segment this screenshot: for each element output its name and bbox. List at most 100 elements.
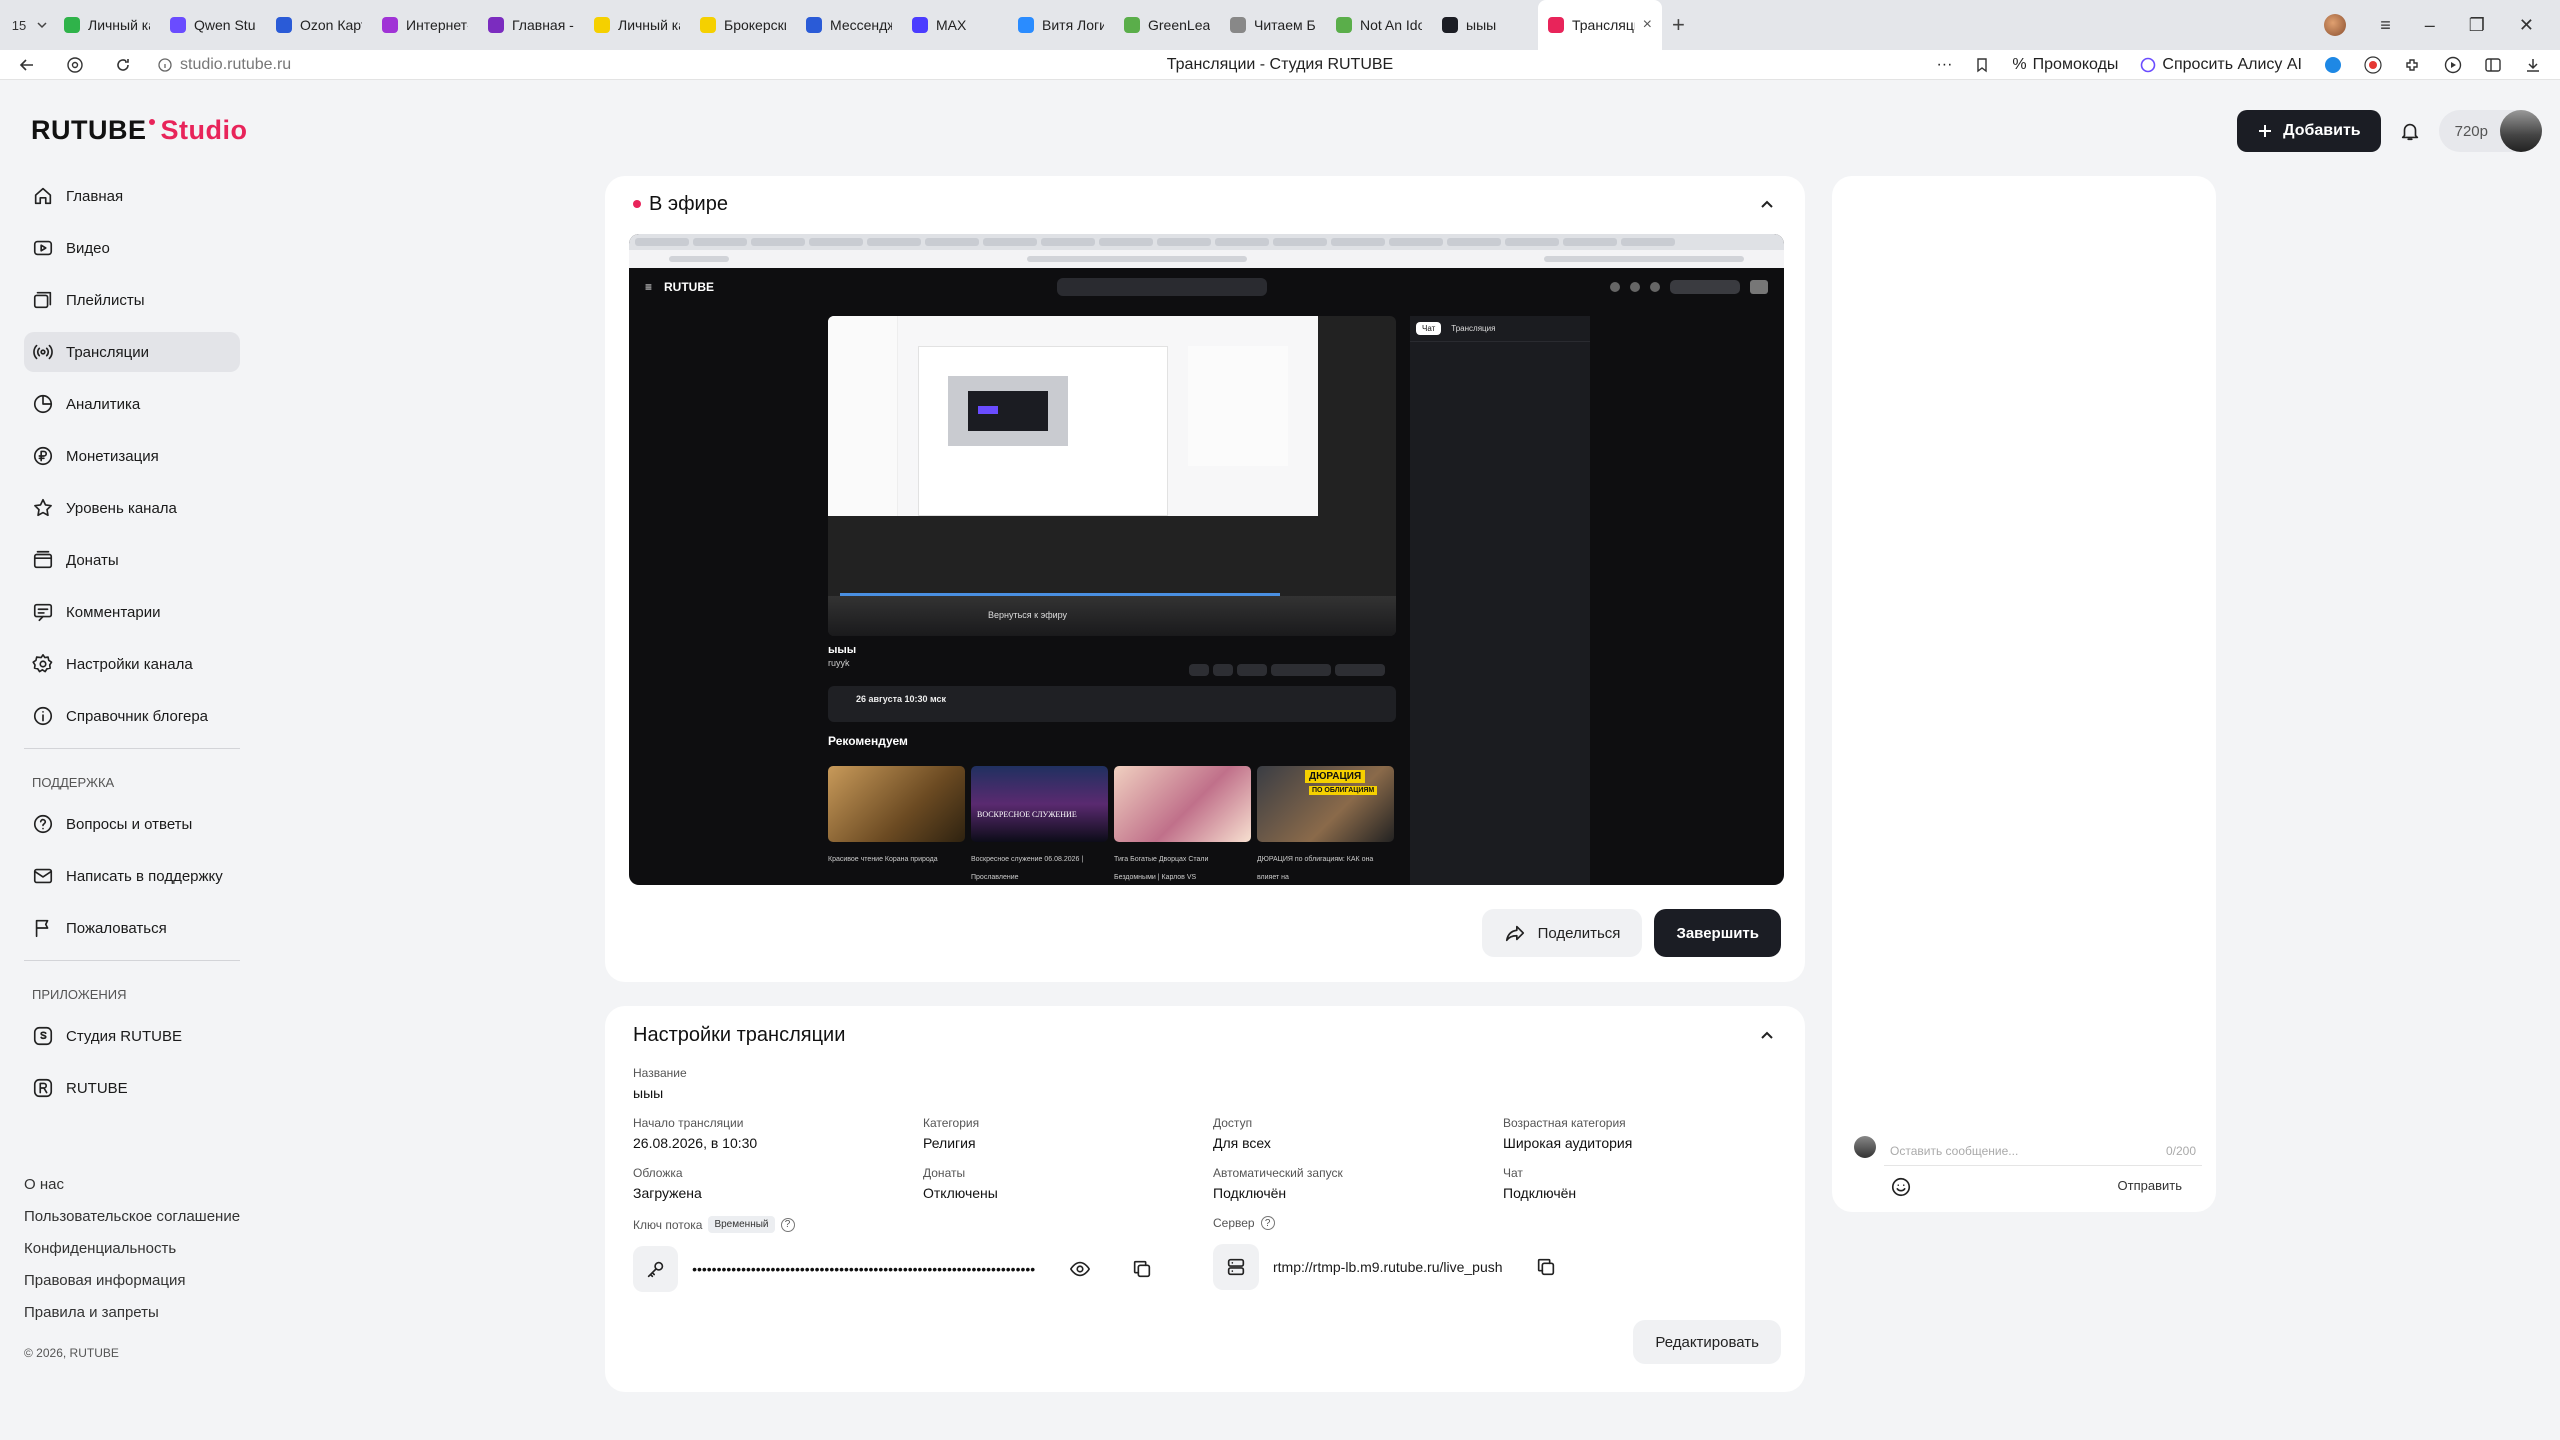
tab-strip: Личный кабинет Qwen Studio Ozon Карта Интер… — [54, 0, 2324, 50]
browser-tab[interactable]: MAX — [902, 0, 1008, 50]
apps-nav: Студия RUTUBE RUTUBE — [24, 1016, 240, 1108]
alice-button[interactable]: Спросить Алису AI — [2140, 56, 2302, 74]
sidebar-item[interactable]: Вопросы и ответы — [24, 804, 240, 844]
thumb-meta: Красивое чтение Корана природа — [828, 848, 965, 866]
collapse-live-icon[interactable] — [1757, 194, 1777, 214]
thumb-bonds: ДЮРАЦИЯ ПО ОБЛИГАЦИЯМ — [1257, 766, 1394, 842]
field-access-label: Доступ — [1213, 1116, 1253, 1130]
tab-favicon-icon — [1124, 17, 1140, 33]
minimize-icon[interactable]: – — [2425, 15, 2435, 36]
back-icon[interactable] — [18, 56, 36, 74]
stream-preview[interactable]: ≡ RUTUBE Вернуться к эфиру Чат Трансляци… — [629, 234, 1784, 885]
download-icon[interactable] — [2524, 56, 2542, 74]
sidebar-item[interactable]: Написать в поддержку — [24, 856, 240, 896]
sidebar-divider — [24, 960, 240, 961]
sidebar-item[interactable]: Монетизация — [24, 436, 240, 476]
url-text[interactable]: studio.rutube.ru — [180, 56, 291, 74]
tab-favicon-icon — [382, 17, 398, 33]
browser-tab[interactable]: Мессенджер — [796, 0, 902, 50]
new-tab-icon[interactable]: + — [1662, 12, 1695, 38]
chevron-down-icon[interactable] — [30, 19, 54, 31]
footer-link[interactable]: Правовая информация — [24, 1272, 240, 1289]
rec-title-4: ДЮРАЦИЯ по облигациям: КАК она влияет на — [1257, 856, 1374, 881]
browser-tab[interactable]: Ozon Карта — [266, 0, 372, 50]
sidebar-item[interactable]: Студия RUTUBE — [24, 1016, 240, 1056]
rutube-studio-logo[interactable]: RUTUBE Studio — [31, 115, 247, 146]
preview-chat-tab: Чат — [1416, 322, 1442, 335]
chat-counter: 0/200 — [2165, 1143, 2196, 1158]
close-tab-icon[interactable]: × — [1643, 16, 1652, 34]
record-icon[interactable] — [2364, 55, 2382, 74]
edit-button[interactable]: Редактировать — [1633, 1320, 1781, 1364]
extensions-icon[interactable] — [2404, 56, 2422, 74]
tab-count[interactable]: 15 — [8, 18, 30, 33]
browser-tab[interactable]: Читаем Библио — [1220, 0, 1326, 50]
avatar[interactable] — [2500, 110, 2542, 152]
browser-tab[interactable]: Qwen Studio — [160, 0, 266, 50]
browser-tab[interactable]: Not An Idol Пуст — [1326, 0, 1432, 50]
preview-chat-title: Трансляция — [1451, 324, 1496, 333]
sidebar-item[interactable]: Донаты — [24, 540, 240, 580]
footer-link[interactable]: О нас — [24, 1176, 240, 1193]
menu-icon[interactable]: ≡ — [2380, 15, 2391, 36]
field-category-label: Категория — [923, 1116, 980, 1130]
bell-icon[interactable] — [2399, 120, 2421, 142]
reload-icon[interactable] — [114, 56, 132, 74]
add-label: Добавить — [2283, 122, 2361, 139]
copy-server-icon[interactable] — [1535, 1256, 1557, 1278]
browser-tab[interactable]: Витя Логинов — [1008, 0, 1114, 50]
browser-tab[interactable]: ыыы — [1432, 0, 1538, 50]
sidebar-item[interactable]: Настройки канала — [24, 644, 240, 684]
sidebar-item[interactable]: RUTUBE — [24, 1068, 240, 1108]
more-icon[interactable]: ··· — [1936, 56, 1952, 74]
sidebar-item[interactable]: Уровень канала — [24, 488, 240, 528]
skype-icon[interactable] — [2324, 56, 2342, 74]
copy-key-icon[interactable] — [1131, 1258, 1153, 1280]
url-field[interactable]: studio.rutube.ru — [158, 56, 291, 74]
footer-link[interactable]: Правила и запреты — [24, 1304, 240, 1321]
restore-icon[interactable]: ❐ — [2469, 15, 2485, 36]
eye-icon[interactable] — [1069, 1258, 1091, 1280]
promo-label: Промокоды — [2032, 55, 2119, 73]
browser-tab[interactable]: GreenLeaf — Вас — [1114, 0, 1220, 50]
site-info-icon[interactable] — [158, 57, 172, 72]
chat-send-button[interactable]: Отправить — [2118, 1178, 2182, 1193]
promo-button[interactable]: % Промокоды — [2012, 56, 2118, 74]
sidebar-item[interactable]: Главная — [24, 176, 240, 216]
end-stream-button[interactable]: Завершить — [1654, 909, 1781, 957]
server-row: rtmp://rtmp-lb.m9.rutube.ru/live_push — [1213, 1244, 1557, 1290]
browser-tab[interactable]: Трансляции × — [1538, 0, 1662, 50]
share-button[interactable]: Поделиться — [1481, 909, 1643, 957]
browser-tab[interactable]: Интернет-магаз — [372, 0, 478, 50]
browser-tab[interactable]: Главная - Едины — [478, 0, 584, 50]
profile-avatar[interactable] — [2324, 14, 2347, 36]
add-button[interactable]: Добавить — [2237, 110, 2381, 152]
sidebar-item[interactable]: Видео — [24, 228, 240, 268]
rec-title-3: Тига Богатые Дворцах Стали Бездомными | … — [1114, 856, 1209, 881]
sidebar-item[interactable]: Комментарии — [24, 592, 240, 632]
sidebar-item[interactable]: Плейлисты — [24, 280, 240, 320]
protect-icon[interactable] — [66, 56, 84, 74]
help-icon[interactable]: ? — [780, 1217, 795, 1232]
browser-tab[interactable]: Брокерский сче — [690, 0, 796, 50]
tab-title: Qwen Studio — [194, 17, 256, 33]
sidebar-item[interactable]: Трансляции — [24, 332, 240, 372]
footer-link[interactable]: Пользовательское соглашение — [24, 1208, 240, 1225]
close-window-icon[interactable]: ✕ — [2519, 15, 2534, 36]
sidebar-item[interactable]: Справочник блогера — [24, 696, 240, 736]
browser-tab[interactable]: Личный кабинет — [584, 0, 690, 50]
player-icon[interactable] — [2444, 56, 2462, 74]
collapse-settings-icon[interactable] — [1757, 1025, 1777, 1045]
sidebar-toggle-icon[interactable] — [2484, 56, 2502, 74]
flag-icon — [32, 917, 54, 939]
help-icon[interactable]: ? — [1260, 1216, 1275, 1230]
quality-switch[interactable]: 720p — [2438, 110, 2542, 152]
browser-tab[interactable]: Личный кабинет — [54, 0, 160, 50]
bookmark-icon[interactable] — [1974, 57, 1990, 73]
emoji-icon[interactable] — [1890, 1176, 1912, 1198]
sidebar-item[interactable]: Пожаловаться — [24, 908, 240, 948]
sidebar-item[interactable]: Аналитика — [24, 384, 240, 424]
footer-link[interactable]: Конфиденциальность — [24, 1240, 240, 1257]
live-dot-icon — [633, 200, 641, 208]
chat-message-input[interactable]: Оставить сообщение... 0/200 — [1884, 1136, 2202, 1166]
